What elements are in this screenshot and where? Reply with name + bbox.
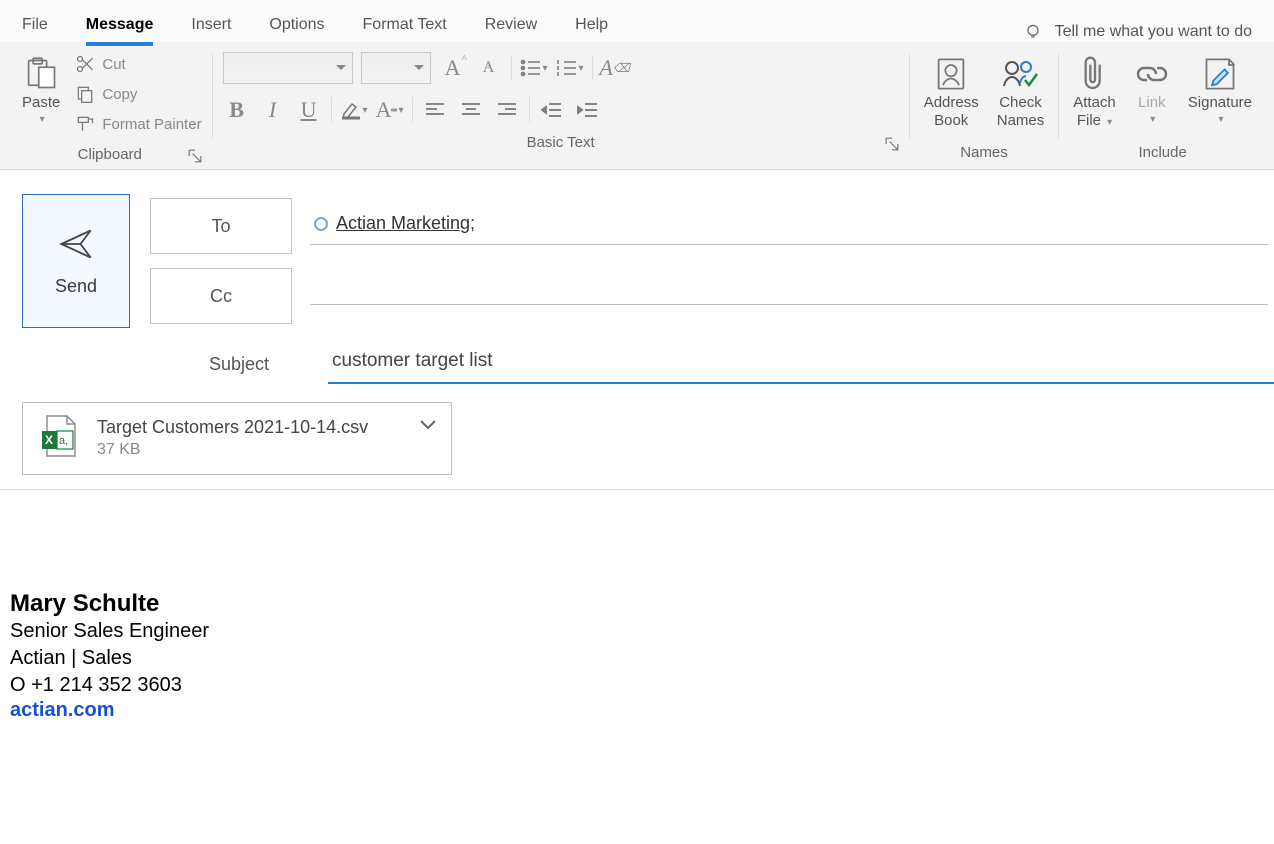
paste-dropdown-icon: ▾ [40,114,45,126]
signature-dropdown-icon: ▾ [1218,114,1223,126]
cut-label: Cut [102,56,125,73]
link-dropdown-icon: ▾ [1150,114,1155,126]
link-label: Link [1138,94,1166,112]
group-names: Address Book Check Names Names [910,48,1059,169]
paste-icon [23,56,59,92]
shrink-font-button[interactable]: Aˇ [475,54,503,82]
clipboard-dialog-launcher-icon[interactable] [188,149,202,163]
font-color-button[interactable]: A▾ [376,96,404,124]
lightbulb-icon [1023,22,1043,42]
group-basic-text: A^ Aˇ ▾ ▾ A⌫ B I U ▾ A▾ [213,48,909,169]
attach-file-label: Attach File ▾ [1073,94,1116,130]
group-basic-text-label: Basic Text [527,134,595,151]
tab-review[interactable]: Review [485,12,537,42]
attachment-name: Target Customers 2021-10-14.csv [97,416,368,439]
signature-name: Mary Schulte [10,590,1274,618]
italic-button[interactable]: I [259,96,287,124]
signature-title: Senior Sales Engineer [10,618,1274,645]
cut-button[interactable]: Cut [74,52,201,76]
signature-icon [1202,56,1238,92]
send-button[interactable]: Send [22,194,130,328]
numbering-button[interactable]: ▾ [556,54,584,82]
link-button[interactable]: Link ▾ [1130,52,1174,130]
presence-icon [314,217,328,231]
tab-options[interactable]: Options [269,12,324,42]
ribbon-tabstrip: File Message Insert Options Format Text … [0,0,1274,42]
cc-field[interactable] [310,288,1268,305]
check-names-icon [1002,56,1038,92]
attachment-dropdown-icon[interactable] [419,417,437,435]
check-names-label: Check Names [997,94,1045,130]
signature-phone: O +1 214 352 3603 [10,672,1274,699]
align-right-button[interactable] [493,96,521,124]
font-size-combo[interactable] [361,52,431,84]
send-label: Send [55,276,97,297]
copy-icon [74,84,96,104]
tab-insert[interactable]: Insert [191,12,231,42]
to-button[interactable]: To [150,198,292,254]
copy-label: Copy [102,86,137,103]
tab-message[interactable]: Message [86,12,154,42]
mail-body[interactable]: Mary Schulte Senior Sales Engineer Actia… [0,490,1274,722]
paste-label: Paste [22,94,60,112]
tell-me-search[interactable]: Tell me what you want to do [1023,22,1252,42]
copy-button[interactable]: Copy [74,82,201,106]
align-center-button[interactable] [457,96,485,124]
grow-font-button[interactable]: A^ [439,54,467,82]
address-book-label: Address Book [924,94,979,130]
group-include: Attach File ▾ Link ▾ Signature ▾ Include [1059,48,1266,169]
bullets-button[interactable]: ▾ [520,54,548,82]
signature-button[interactable]: Signature ▾ [1184,52,1256,130]
clear-formatting-button[interactable]: A⌫ [601,54,629,82]
address-book-button[interactable]: Address Book [920,52,983,134]
group-clipboard-label: Clipboard [78,146,142,163]
signature-label: Signature [1188,94,1252,112]
attachments-bar: Xa, Target Customers 2021-10-14.csv 37 K… [0,384,1274,490]
tab-help[interactable]: Help [575,12,608,42]
group-include-label: Include [1138,144,1186,161]
svg-text:a,: a, [59,435,68,447]
to-field[interactable]: Actian Marketing; [310,207,1268,245]
format-painter-button[interactable]: Format Painter [74,112,201,136]
attach-file-button[interactable]: Attach File ▾ [1069,52,1120,134]
basic-text-dialog-launcher-icon[interactable] [885,137,899,151]
paste-button[interactable]: Paste ▾ [18,52,64,130]
signature-link[interactable]: actian.com [10,699,1274,722]
ribbon: Paste ▾ Cut Copy Format Painter Clipbo [0,42,1274,170]
to-recipient[interactable]: Actian Marketing; [336,213,475,234]
link-icon [1134,56,1170,92]
signature-org: Actian | Sales [10,645,1274,672]
attachment-size: 37 KB [97,440,368,461]
tab-format-text[interactable]: Format Text [363,12,447,42]
compose-header: Send To Actian Marketing; Cc Subject [0,170,1274,384]
send-icon [58,226,94,262]
align-left-button[interactable] [421,96,449,124]
attachment-chip[interactable]: Xa, Target Customers 2021-10-14.csv 37 K… [22,402,452,475]
csv-file-icon: Xa, [37,413,83,464]
check-names-button[interactable]: Check Names [993,52,1049,134]
address-book-icon [933,56,969,92]
cut-icon [74,54,96,74]
svg-text:X: X [45,433,53,447]
format-painter-icon [74,114,96,134]
tell-me-label: Tell me what you want to do [1055,23,1252,41]
font-family-combo[interactable] [223,52,353,84]
subject-field[interactable] [328,344,1274,384]
tab-file[interactable]: File [22,12,48,42]
paperclip-icon [1077,56,1113,92]
highlight-button[interactable]: ▾ [340,96,368,124]
subject-label: Subject [168,354,310,375]
group-names-label: Names [960,144,1008,161]
cc-button[interactable]: Cc [150,268,292,324]
group-clipboard: Paste ▾ Cut Copy Format Painter Clipbo [8,48,212,169]
underline-button[interactable]: U [295,96,323,124]
decrease-indent-button[interactable] [538,96,566,124]
increase-indent-button[interactable] [574,96,602,124]
bold-button[interactable]: B [223,96,251,124]
format-painter-label: Format Painter [102,116,201,133]
